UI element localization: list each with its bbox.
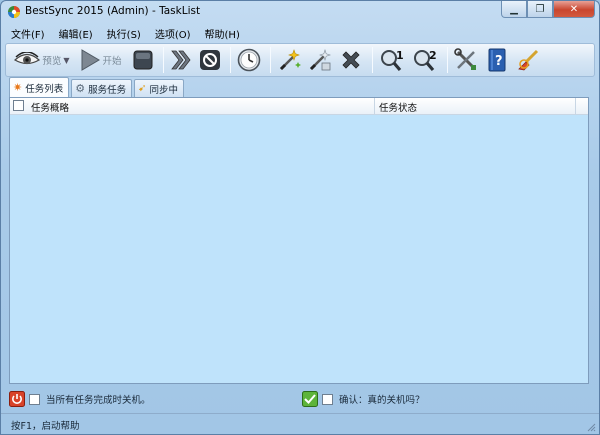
delete-task-button[interactable] <box>337 46 365 74</box>
search-2-button[interactable]: 2 <box>410 46 440 74</box>
tab-bar: ✷ 任务列表 ⚙ 服务任务 ➹ 同步中 <box>9 77 186 97</box>
toolbar-separator <box>230 47 231 73</box>
toolbar-separator <box>372 47 373 73</box>
new-task-wand-icon <box>279 49 301 71</box>
preview-button[interactable]: 预览 ▼ <box>12 46 72 74</box>
cancel-icon <box>200 50 220 70</box>
edit-wand-icon <box>309 49 331 71</box>
minimize-button[interactable]: ▁ <box>501 1 527 18</box>
toolbar: 预览 ▼ 开始 1 2 ? <box>5 43 595 77</box>
maximize-button[interactable]: ❐ <box>527 1 553 18</box>
maximize-icon: ❐ <box>535 3 545 15</box>
play-icon <box>81 49 101 71</box>
power-icon <box>9 391 25 407</box>
fast-forward-icon <box>171 50 191 70</box>
menu-execute[interactable]: 执行(S) <box>101 24 149 42</box>
svg-text:1: 1 <box>396 49 404 62</box>
tab-task-list-label: 任务列表 <box>25 83 64 95</box>
shutdown-checkbox[interactable] <box>29 393 40 405</box>
menu-file[interactable]: 文件(F) <box>5 24 53 42</box>
title-bar[interactable]: BestSync 2015 (Admin) - TaskList ▁ ❐ ✕ <box>1 1 599 23</box>
toolbar-separator <box>163 47 164 73</box>
tools-button[interactable] <box>452 46 480 74</box>
delete-x-icon <box>342 51 360 69</box>
fast-forward-button[interactable] <box>168 46 194 74</box>
clock-icon <box>237 48 261 72</box>
confirm-option: 确认：真的关机吗？ <box>302 389 425 409</box>
tab-service-tasks[interactable]: ⚙ 服务任务 <box>71 79 133 97</box>
help-button[interactable]: ? <box>483 46 511 74</box>
preview-label: 预览 <box>42 56 62 67</box>
eye-icon <box>14 52 41 65</box>
task-list-panel[interactable]: 任务概略 任务状态 <box>9 97 589 384</box>
sync-arrow-icon: ➹ <box>138 83 147 94</box>
shutdown-option: 当所有任务完成时关机。 <box>9 389 151 409</box>
tools-icon <box>454 48 476 70</box>
gear-icon: ⚙ <box>75 82 86 95</box>
menu-edit[interactable]: 编辑(E) <box>53 24 101 42</box>
minimize-icon: ▁ <box>510 3 518 15</box>
column-status-label: 任务状态 <box>379 102 418 114</box>
list-header: 任务概略 任务状态 <box>10 98 588 115</box>
task-list-body[interactable] <box>10 116 588 383</box>
stop-button[interactable] <box>130 46 156 74</box>
svg-text:?: ? <box>495 54 503 69</box>
schedule-button[interactable] <box>235 46 263 74</box>
menu-bar: 文件(F) 编辑(E) 执行(S) 选项(O) 帮助(H) <box>5 24 595 42</box>
tab-syncing[interactable]: ➹ 同步中 <box>134 79 185 97</box>
search-1-button[interactable]: 1 <box>377 46 407 74</box>
status-bar: 按F1，启动帮助 <box>1 413 599 435</box>
close-button[interactable]: ✕ <box>553 1 595 18</box>
toolbar-separator <box>447 47 448 73</box>
column-header-status[interactable]: 任务状态 <box>376 98 576 115</box>
toolbar-separator <box>270 47 271 73</box>
menu-options[interactable]: 选项(O) <box>149 24 199 42</box>
new-task-button[interactable] <box>275 46 303 74</box>
shutdown-label: 当所有任务完成时关机。 <box>46 395 151 406</box>
edit-task-button[interactable] <box>306 46 334 74</box>
window-title: BestSync 2015 (Admin) - TaskList <box>25 5 201 17</box>
start-label: 开始 <box>102 56 122 67</box>
clean-button[interactable] <box>514 46 542 74</box>
tab-task-list[interactable]: ✷ 任务列表 <box>9 77 70 97</box>
clean-brush-icon <box>518 49 539 71</box>
menu-help[interactable]: 帮助(H) <box>199 24 248 42</box>
app-logo-icon <box>8 6 20 18</box>
search-2-icon: 2 <box>414 49 437 72</box>
svg-text:2: 2 <box>429 49 437 62</box>
app-window: BestSync 2015 (Admin) - TaskList ▁ ❐ ✕ 文… <box>0 0 600 435</box>
confirm-label: 确认：真的关机吗？ <box>339 395 425 406</box>
resize-grip-icon[interactable] <box>586 422 596 432</box>
status-text: 按F1，启动帮助 <box>11 420 80 432</box>
close-icon: ✕ <box>569 3 579 15</box>
confirm-checkbox[interactable] <box>322 393 333 405</box>
star-icon: ✷ <box>13 81 23 94</box>
select-all-checkbox[interactable] <box>13 100 24 111</box>
chevron-down-icon: ▼ <box>63 55 70 65</box>
column-header-summary[interactable]: 任务概略 <box>10 98 375 115</box>
start-button[interactable]: 开始 <box>75 46 127 74</box>
checkmark-icon <box>302 391 318 407</box>
tab-syncing-label: 同步中 <box>149 84 179 96</box>
search-1-icon: 1 <box>381 49 404 72</box>
cancel-button[interactable] <box>197 46 223 74</box>
column-summary-label: 任务概略 <box>31 102 70 114</box>
help-book-icon: ? <box>488 48 506 72</box>
stop-icon <box>133 50 153 70</box>
shutdown-options: 当所有任务完成时关机。 确认：真的关机吗？ <box>9 389 589 409</box>
tab-service-tasks-label: 服务任务 <box>88 84 127 96</box>
